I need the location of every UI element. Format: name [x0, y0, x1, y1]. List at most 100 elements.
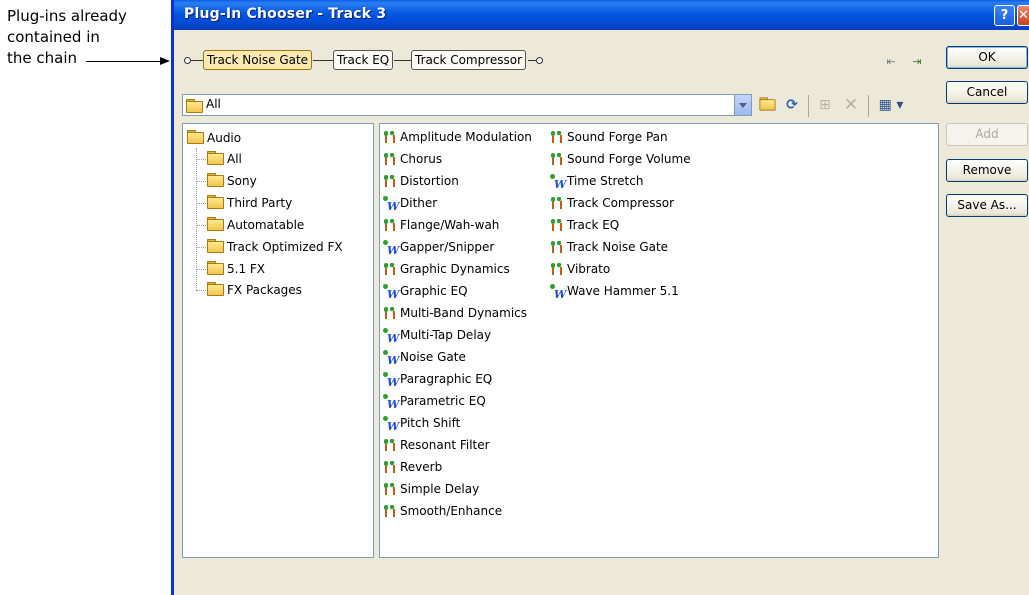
plugin-label: Pitch Shift: [400, 416, 461, 430]
move-right-icon[interactable]: ⇥: [908, 55, 926, 69]
tree-item-fx-packages[interactable]: FX Packages: [207, 282, 302, 300]
folder-icon: [186, 99, 203, 113]
tree-guide-line: [196, 269, 206, 270]
refresh-icon[interactable]: ⟳: [782, 96, 802, 115]
chain-item-track-noise-gate[interactable]: Track Noise Gate: [203, 50, 313, 70]
plugin-label: Flange/Wah-wah: [400, 218, 500, 232]
cancel-button[interactable]: Cancel: [946, 81, 1028, 104]
callout-annotation: Plug-ins already contained in the chain: [7, 6, 167, 69]
tree-item-audio[interactable]: Audio: [187, 130, 241, 148]
annotation-line: contained in: [7, 28, 100, 46]
plugin-label: Vibrato: [567, 262, 611, 276]
plugin-label: Paragraphic EQ: [400, 372, 493, 386]
plugin-list-pane[interactable]: Amplitude Modulation Chorus Distortion W Dit…: [379, 123, 939, 558]
plugin-label: Wave Hammer 5.1: [567, 284, 679, 298]
tree-item-sony[interactable]: Sony: [207, 173, 257, 191]
dx-plugin-icon: [550, 218, 566, 232]
window-title: Plug-In Chooser - Track 3: [184, 6, 387, 22]
plugin-label: Sound Forge Volume: [567, 152, 691, 166]
vst-plugin-icon: W: [383, 350, 399, 367]
save-as-button[interactable]: Save As...: [946, 194, 1028, 217]
tree-item-label: Sony: [227, 174, 257, 188]
tree-guide-line: [196, 203, 206, 204]
toolbar-separator: [808, 95, 809, 117]
folder-icon: [207, 239, 224, 253]
folder-icon: [207, 151, 224, 165]
tree-item-label: Track Optimized FX: [227, 240, 343, 254]
toolbar-separator: [868, 95, 869, 117]
plugin-label: Parametric EQ: [400, 394, 486, 408]
tree-guide-line: [196, 225, 206, 226]
dx-plugin-icon: [383, 306, 399, 320]
dx-plugin-icon: [550, 262, 566, 276]
plugin-label: Graphic EQ: [400, 284, 468, 298]
up-folder-icon[interactable]: [757, 96, 777, 115]
folder-tree-pane[interactable]: Audio All Sony Third Party Automatable T…: [182, 123, 374, 558]
dx-plugin-icon: [550, 196, 566, 210]
folder-icon: [207, 173, 224, 187]
vst-plugin-icon: W: [383, 372, 399, 389]
chevron-down-icon[interactable]: [734, 95, 751, 115]
tree-item-third-party[interactable]: Third Party: [207, 195, 292, 213]
plugin-label: Simple Delay: [400, 482, 480, 496]
chain-item-track-compressor[interactable]: Track Compressor: [411, 50, 527, 70]
dx-plugin-icon: [550, 152, 566, 166]
tree-item-all[interactable]: All: [207, 151, 242, 169]
folder-icon: [207, 217, 224, 231]
plugin-label: Chorus: [400, 152, 443, 166]
close-button[interactable]: ✕: [1017, 5, 1029, 26]
chain-connector: [313, 60, 333, 61]
chain-item-track-eq[interactable]: Track EQ: [333, 50, 394, 70]
callout-arrow-icon: [160, 57, 170, 65]
chain-connector: [191, 60, 203, 61]
plugin-label: Sound Forge Pan: [567, 130, 668, 144]
dx-plugin-icon: [383, 504, 399, 518]
dx-plugin-icon: [383, 438, 399, 452]
tree-item-track-optimized-fx[interactable]: Track Optimized FX: [207, 239, 343, 257]
vst-plugin-icon: W: [550, 284, 566, 301]
plugin-label: Track EQ: [567, 218, 620, 232]
tree-guide-line: [196, 247, 206, 248]
plugin-label: Amplitude Modulation: [400, 130, 532, 144]
delete-icon[interactable]: ✕: [841, 96, 861, 115]
plugin-label: Track Noise Gate: [567, 240, 669, 254]
tree-item-label: Automatable: [227, 218, 305, 232]
tree-guide-line: [196, 290, 206, 291]
dx-plugin-icon: [383, 482, 399, 496]
plugin-label: Multi-Band Dynamics: [400, 306, 528, 320]
dx-plugin-icon: [550, 130, 566, 144]
chain-connector: [394, 60, 411, 61]
new-folder-icon[interactable]: ⊞: [815, 96, 835, 115]
plugin-label: Gapper/Snipper: [400, 240, 495, 254]
dialog-footer: [174, 565, 1029, 595]
view-menu-icon[interactable]: ▦ ▾: [876, 96, 906, 115]
folder-icon: [207, 195, 224, 209]
callout-line: [86, 61, 162, 62]
help-icon: ?: [1000, 8, 1009, 23]
plugin-chooser-window: Plug-In Chooser - Track 3 ? ✕ Track Nois…: [171, 0, 1029, 595]
dx-plugin-icon: [383, 218, 399, 232]
tree-item-label: Third Party: [227, 196, 293, 210]
dx-plugin-icon: [383, 174, 399, 188]
location-value: All: [206, 97, 221, 111]
vst-plugin-icon: W: [383, 328, 399, 345]
close-icon: ✕: [1018, 8, 1029, 23]
tree-item-automatable[interactable]: Automatable: [207, 217, 304, 235]
move-left-icon[interactable]: ⇤: [882, 55, 900, 69]
dx-plugin-icon: [383, 460, 399, 474]
tree-item-5-1-fx[interactable]: 5.1 FX: [207, 261, 265, 279]
title-bar[interactable]: Plug-In Chooser - Track 3 ? ✕: [174, 0, 1029, 30]
add-button[interactable]: Add: [946, 123, 1028, 146]
remove-button[interactable]: Remove: [946, 159, 1028, 182]
annotation-line: the chain: [7, 49, 78, 67]
location-combobox[interactable]: All: [182, 94, 752, 116]
plugin-label: Dither: [400, 196, 438, 210]
plugin-label: Distortion: [400, 174, 459, 188]
vst-plugin-icon: W: [383, 196, 399, 213]
help-button[interactable]: ?: [994, 5, 1015, 26]
tree-item-label: FX Packages: [227, 283, 302, 297]
annotation-line: Plug-ins already: [7, 7, 127, 25]
plugin-label: Track Compressor: [567, 196, 675, 210]
ok-button[interactable]: OK: [946, 46, 1028, 69]
dx-plugin-icon: [383, 130, 399, 144]
